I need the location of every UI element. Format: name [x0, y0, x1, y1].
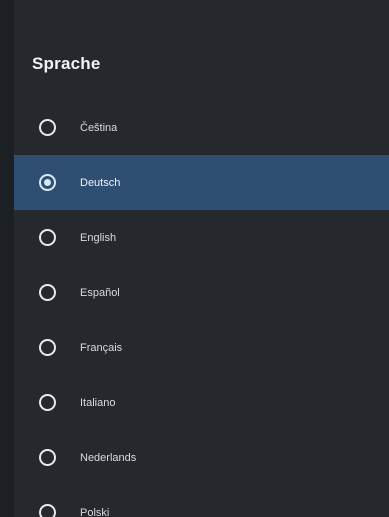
language-label: Italiano — [80, 396, 116, 409]
language-label: Français — [80, 341, 123, 354]
language-option-english[interactable]: English — [14, 210, 389, 265]
radio-button-icon[interactable] — [39, 174, 56, 191]
language-option-francais[interactable]: Français — [14, 320, 389, 375]
language-label: Español — [80, 286, 120, 299]
language-dialog: Sprache Čeština Deutsch English Español … — [14, 0, 389, 517]
language-option-nederlands[interactable]: Nederlands — [14, 430, 389, 485]
language-label: Deutsch — [80, 176, 121, 189]
page-title: Sprache — [32, 54, 101, 73]
language-option-deutsch[interactable]: Deutsch — [14, 155, 389, 210]
language-label: Nederlands — [80, 451, 137, 464]
language-option-cestina[interactable]: Čeština — [14, 100, 389, 155]
radio-button-icon[interactable] — [39, 504, 56, 517]
dialog-header: Sprache — [14, 0, 389, 100]
language-label: Čeština — [80, 121, 118, 134]
language-option-espanol[interactable]: Español — [14, 265, 389, 320]
radio-button-icon[interactable] — [39, 284, 56, 301]
language-label: Polski — [80, 506, 110, 517]
radio-button-icon[interactable] — [39, 449, 56, 466]
language-list: Čeština Deutsch English Español Français… — [14, 100, 389, 517]
language-option-polski[interactable]: Polski — [14, 485, 389, 517]
radio-button-icon[interactable] — [39, 229, 56, 246]
language-label: English — [80, 231, 117, 244]
radio-button-icon[interactable] — [39, 339, 56, 356]
radio-button-icon[interactable] — [39, 119, 56, 136]
radio-button-icon[interactable] — [39, 394, 56, 411]
language-option-italiano[interactable]: Italiano — [14, 375, 389, 430]
radio-dot — [44, 179, 51, 186]
